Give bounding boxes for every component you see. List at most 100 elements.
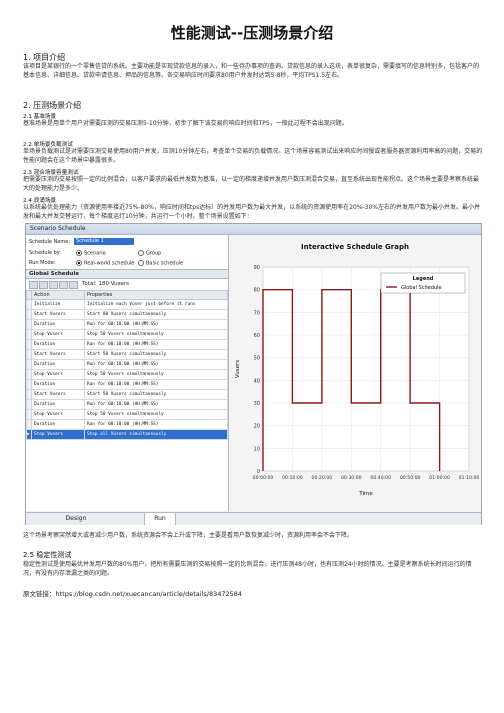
cell-action: Initialize [31,299,85,310]
radio-empty-icon [138,250,144,256]
cell-properties: Run for 00:10:00 (HH:MM:SS) [84,419,228,430]
cell-properties: Run for 00:10:00 (HH:MM:SS) [84,339,228,350]
cell-action: Duration [31,339,85,350]
run-mode-label: Run Mode: [29,260,56,266]
basic-option-label: Basic schedule [146,260,184,267]
global-schedule-label: Global Schedule [29,271,79,277]
tab-design[interactable]: Design [56,513,96,525]
y-tick-label: 70 [254,310,260,316]
cell-action: Duration [31,419,85,430]
cell-properties: Run for 00:10:00 (HH:MM:SS) [84,359,228,370]
schedule-actions-grid: Action Properties Initialize Initialize e… [26,290,228,440]
cell-properties: Run for 00:10:00 (HH:MM:SS) [84,399,228,410]
y-tick-label: 20 [254,424,260,430]
legend-title: Legend [413,276,434,282]
add-action-icon[interactable] [39,281,48,289]
cell-action: Start Vusers [31,309,85,320]
schedule-name-label: Schedule Name: [29,239,71,245]
y-tick-label: 90 [254,265,260,271]
article-page: 性能测试--压测场景介绍 1. 项目介绍 该项目是某银行的一个零售信贷的系统。主… [0,0,504,713]
run-mode-realworld-radio[interactable]: Real-world schedule [76,260,134,267]
window-title-bar: Scenario Schedule [26,224,481,235]
x-axis-label: Time [358,491,373,497]
table-row[interactable]: Start Vusers Start 80 Vusers simultaneous… [26,309,228,320]
move-up-icon[interactable] [59,281,68,289]
x-tick-label: 00:50:00 [400,475,421,481]
page-title: 性能测试--压测场景介绍 [170,24,334,42]
cell-action: Start Vusers [31,389,85,400]
column-header-properties: Properties [84,290,228,300]
table-row[interactable]: Duration Run for 00:10:00 (HH:MM:SS) [26,419,228,430]
cell-action: Stop Vusers [31,369,85,380]
schedule-by-label: Schedule by: [29,250,62,256]
total-vusers: Total: 180 Vusers [82,281,129,287]
y-tick-label: 30 [254,401,260,407]
group-option-label: Group [146,250,162,257]
bottom-tab-bar: Design Run [26,512,481,525]
schedule-by-group-radio[interactable]: Group [138,250,161,257]
y-tick-label: 10 [254,446,260,452]
interactive-schedule-graph[interactable]: Interactive Schedule Graph 0 10 20 30 40 50 60 7… [229,235,481,511]
cell-action: Duration [31,399,85,410]
y-tick-label: 40 [254,378,260,384]
tab-run[interactable]: Run [144,513,176,525]
plot-area [262,266,470,472]
x-tick-label: 00:10:00 [282,475,303,481]
edit-action-icon[interactable] [29,281,38,289]
x-tick-label: 00:30:00 [341,475,362,481]
schedule-by-scenario-radio[interactable]: Scenario [76,250,106,257]
table-row[interactable]: Start Vusers Start 50 Vusers simultaneous… [26,389,228,400]
table-row[interactable]: Duration Run for 00:10:00 (HH:MM:SS) [26,319,228,330]
table-row[interactable]: Duration Run for 00:10:00 (HH:MM:SS) [26,399,228,410]
global-schedule-header: Global Schedule [26,269,228,279]
radio-selected-icon [76,260,82,266]
cell-properties: Stop all Vusers simultaneously [84,429,228,440]
y-tick-label: 60 [254,333,260,339]
scenario-option-label: Scenario [84,250,106,257]
cell-action: Stop Vusers [31,429,85,440]
cell-properties: Stop 50 Vusers simultaneously [84,409,228,420]
table-row[interactable]: Stop Vusers Stop 50 Vusers simultaneously [26,329,228,340]
section-2-heading: 2. 压测场景介绍 [23,101,82,110]
section-2-5-body: 稳定性测试是使用最优并发用户数的80%用户，把所有需要压测的交易按照一定的比例混… [23,561,472,577]
cell-properties: Run for 00:10:00 (HH:MM:SS) [84,319,228,330]
cell-properties: Start 50 Vusers simultaneously [84,389,228,400]
table-row[interactable]: Initialize Initialize each Vuser just bef… [26,299,228,310]
cell-properties: Stop 50 Vusers simultaneously [84,329,228,340]
section-2-1-body: 基准场景是用单个用户对需要压测的交易压测5-10分钟，初步了解下该交易的响应时间… [23,120,348,127]
y-axis-label: Vusers [235,360,241,378]
schedule-toolbar: Total: 180 Vusers [26,279,228,289]
column-header-action: Action [31,290,85,300]
move-down-icon[interactable] [69,281,78,289]
cell-properties: Start 80 Vusers simultaneously [84,309,228,320]
section-2-5-heading: 2.5 稳定性测试 [23,551,72,559]
schedule-graph-pane: Interactive Schedule Graph 0 10 20 30 40 50 60 7… [229,235,481,511]
cell-properties: Stop 50 Vusers simultaneously [84,369,228,380]
y-tick-label: 80 [254,288,260,294]
table-row[interactable]: Start Vusers Start 50 Vusers simultaneous… [26,349,228,360]
section-2-3-body: 把需要压测的交易按照一定的比例混合，以客户要求的最低并发数为基准，以一定的梯度递… [23,176,480,192]
cell-action: Stop Vusers [31,329,85,340]
table-row[interactable]: Stop Vusers Stop 50 Vusers simultaneously [26,369,228,380]
x-tick-label: 00:20:00 [312,475,333,481]
radio-selected-icon [76,250,82,256]
realworld-option-label: Real-world schedule [84,260,135,267]
x-tick-label: 00:00:00 [253,475,274,481]
table-row[interactable]: Duration Run for 00:10:00 (HH:MM:SS) [26,379,228,390]
schedule-name-combo[interactable]: Schedule 1 [74,238,134,245]
table-row[interactable]: Duration Run for 00:10:00 (HH:MM:SS) [26,339,228,350]
radio-empty-icon [138,260,144,266]
section-2-2-body: 单场景负载测试是对需要压测交易使用80用户并发，压测10分钟左右，考查单个交易的… [23,148,483,164]
cell-properties: Start 50 Vusers simultaneously [84,349,228,360]
x-tick-label: 01:10:00 [459,475,480,481]
cell-properties: Initialize each Vuser just before it run… [84,299,228,310]
x-tick-label: 00:40:00 [370,475,391,481]
table-row[interactable]: ▶ Stop Vusers Stop all Vusers simultaneous… [26,429,228,440]
table-row[interactable]: Duration Run for 00:10:00 (HH:MM:SS) [26,359,228,370]
source-link[interactable]: 原文链接：https://blog.csdn.net/xuecancan/art… [23,588,242,598]
run-mode-basic-radio[interactable]: Basic schedule [138,260,183,267]
table-row[interactable]: Stop Vusers Stop 50 Vusers simultaneously [26,409,228,420]
y-tick-label: 50 [254,356,260,362]
delete-action-icon[interactable] [49,281,58,289]
figure-caption-text: 这个场景考察突然增大或者减少用户数，系统资源会不会上升或下降，主要是看用户数恢复… [23,532,354,539]
